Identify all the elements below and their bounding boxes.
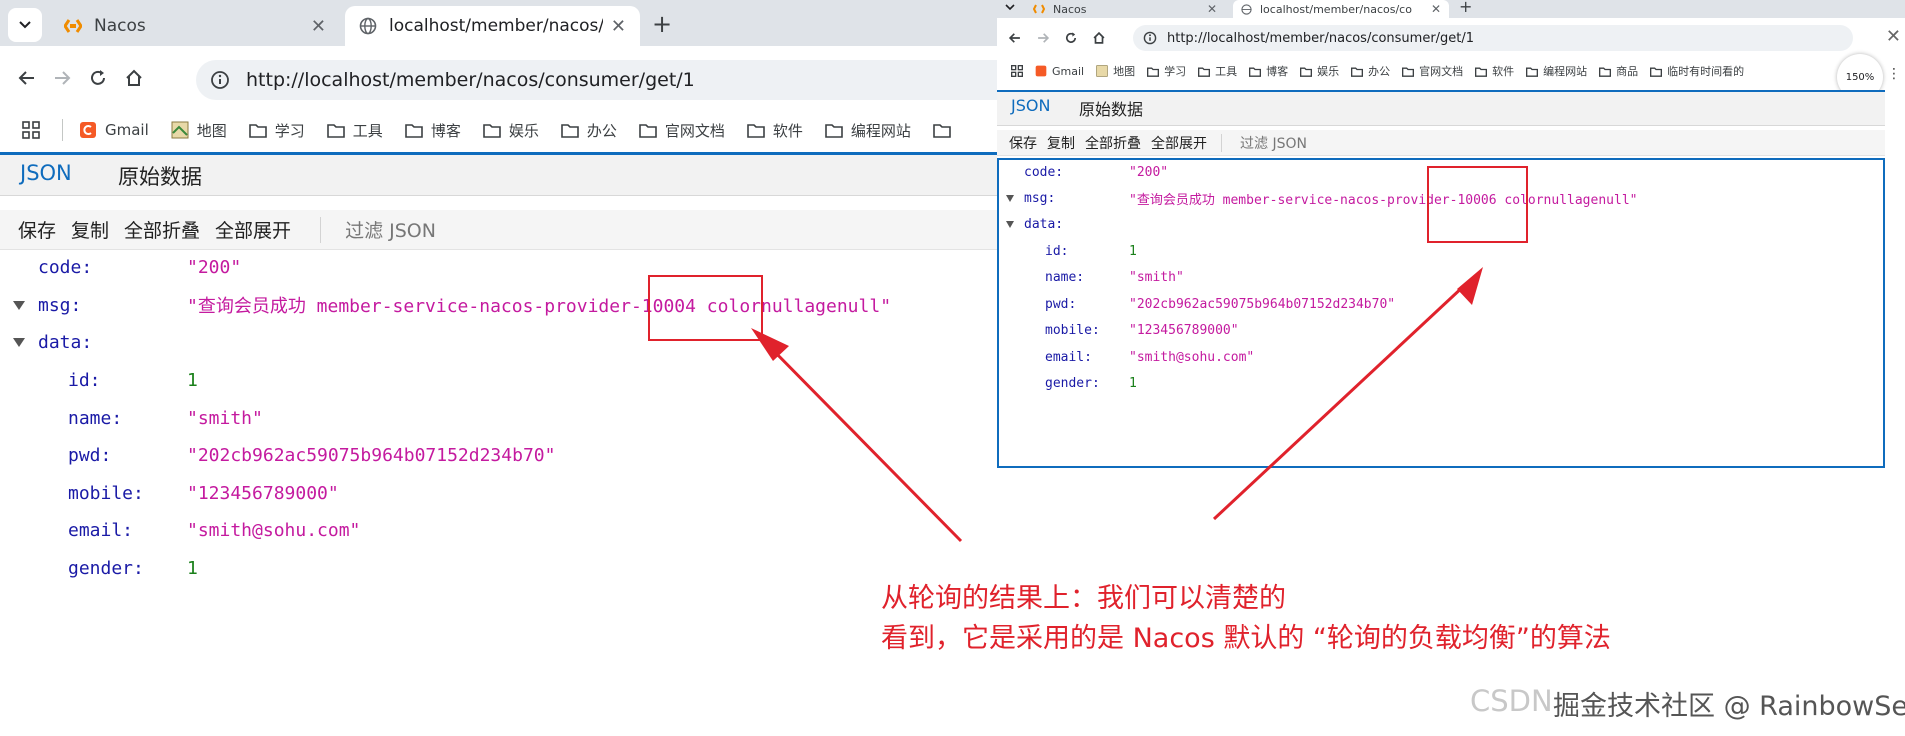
watermark-csdn: CSDN xyxy=(1470,684,1553,718)
annotation-text: 从轮询的结果上：我们可以清楚的 看到，它是采用的是 Nacos 默认的 “轮询的… xyxy=(881,579,1611,659)
annotation-line-1: 从轮询的结果上：我们可以清楚的 xyxy=(881,583,1286,614)
watermark-author: 掘金技术社区 @ RainbowSea xyxy=(1553,691,1905,722)
arrow-line-right xyxy=(1212,282,1468,521)
arrow-head-left xyxy=(751,328,789,361)
arrow-line-left xyxy=(767,344,963,543)
arrow-head-right xyxy=(1457,267,1483,305)
annotation-line-2: 看到，它是采用的是 Nacos 默认的 “轮询的负载均衡”的算法 xyxy=(881,623,1611,654)
